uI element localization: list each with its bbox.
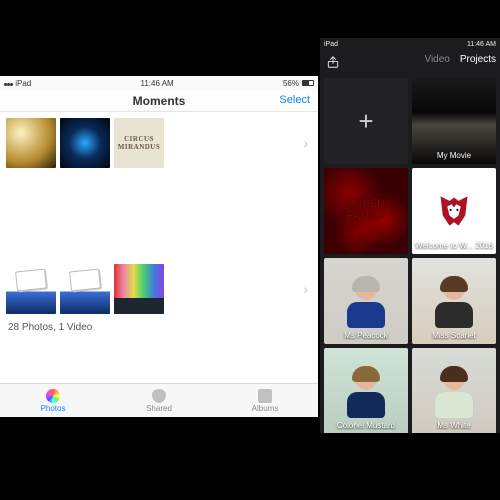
project-title: My Movie <box>412 151 496 160</box>
tab-photos[interactable]: Photos <box>0 384 106 417</box>
plus-icon: + <box>358 108 373 134</box>
battery-label: 56% <box>283 79 314 88</box>
nav-title: Moments <box>133 94 186 108</box>
carrier-label: iPad <box>4 79 31 88</box>
time-label: 11:46 AM <box>141 79 174 88</box>
share-icon[interactable] <box>326 55 340 69</box>
photos-app-window: iPad 11:46 AM 56% Moments Select CIRCUS … <box>0 76 318 417</box>
imovie-status-bar: iPad 11:46 AM <box>320 38 500 50</box>
tab-video[interactable]: Video <box>424 54 449 65</box>
moment-row[interactable]: CIRCUS MIRANDUS › <box>6 118 312 168</box>
projects-grid[interactable]: + My Movie SUPER FAMILY Welcome to W... … <box>320 74 500 433</box>
photos-status-bar: iPad 11:46 AM 56% <box>0 76 318 90</box>
photo-thumb[interactable] <box>114 264 164 314</box>
chevron-right-icon[interactable]: › <box>303 281 308 297</box>
photos-icon <box>46 389 60 403</box>
imovie-tabs: Video Projects <box>424 54 496 65</box>
carrier-label: iPad <box>324 41 338 48</box>
albums-icon <box>258 389 272 403</box>
project-title: Miss Scarlet <box>412 331 496 340</box>
photo-thumb[interactable] <box>6 264 56 314</box>
photo-thumb[interactable] <box>60 118 110 168</box>
project-art-text: SUPER FAMILY <box>347 199 385 222</box>
project-title: Colonel Mustard <box>324 421 408 430</box>
tab-shared[interactable]: Shared <box>106 384 212 417</box>
photo-thumb[interactable] <box>60 264 110 314</box>
imovie-app-window: iPad 11:46 AM Video Projects + My Movie … <box>320 38 500 433</box>
project-title: Ms White <box>412 421 496 430</box>
chevron-right-icon[interactable]: › <box>303 135 308 151</box>
wolf-logo-icon <box>436 193 472 229</box>
photo-thumb[interactable]: CIRCUS MIRANDUS <box>114 118 164 168</box>
project-tile[interactable]: Colonel Mustard <box>324 348 408 433</box>
project-tile[interactable]: Ms White <box>412 348 496 433</box>
time-label: 11:46 AM <box>467 41 496 48</box>
moment-summary: 28 Photos, 1 Video <box>6 322 312 333</box>
moment-row[interactable]: › <box>6 264 312 314</box>
photos-nav-bar: Moments Select <box>0 90 318 112</box>
moments-scroll[interactable]: CIRCUS MIRANDUS › › 28 Photos, 1 Video <box>0 112 318 383</box>
tab-albums[interactable]: Albums <box>212 384 318 417</box>
project-tile[interactable]: Miss Scarlet <box>412 258 496 344</box>
new-project-button[interactable]: + <box>324 78 408 164</box>
imovie-header: Video Projects <box>320 50 500 74</box>
tab-projects[interactable]: Projects <box>460 54 496 65</box>
project-tile[interactable]: Welcome to W... 2016 <box>412 168 496 254</box>
photo-thumb[interactable] <box>6 118 56 168</box>
project-tile[interactable]: Ms Peacock <box>324 258 408 344</box>
photos-tab-bar: Photos Shared Albums <box>0 383 318 417</box>
select-button[interactable]: Select <box>279 94 310 106</box>
project-tile[interactable]: My Movie <box>412 78 496 164</box>
project-title: Welcome to W... 2016 <box>412 241 496 250</box>
project-title: Ms Peacock <box>324 331 408 340</box>
cloud-icon <box>152 389 166 403</box>
project-tile[interactable]: SUPER FAMILY <box>324 168 408 254</box>
